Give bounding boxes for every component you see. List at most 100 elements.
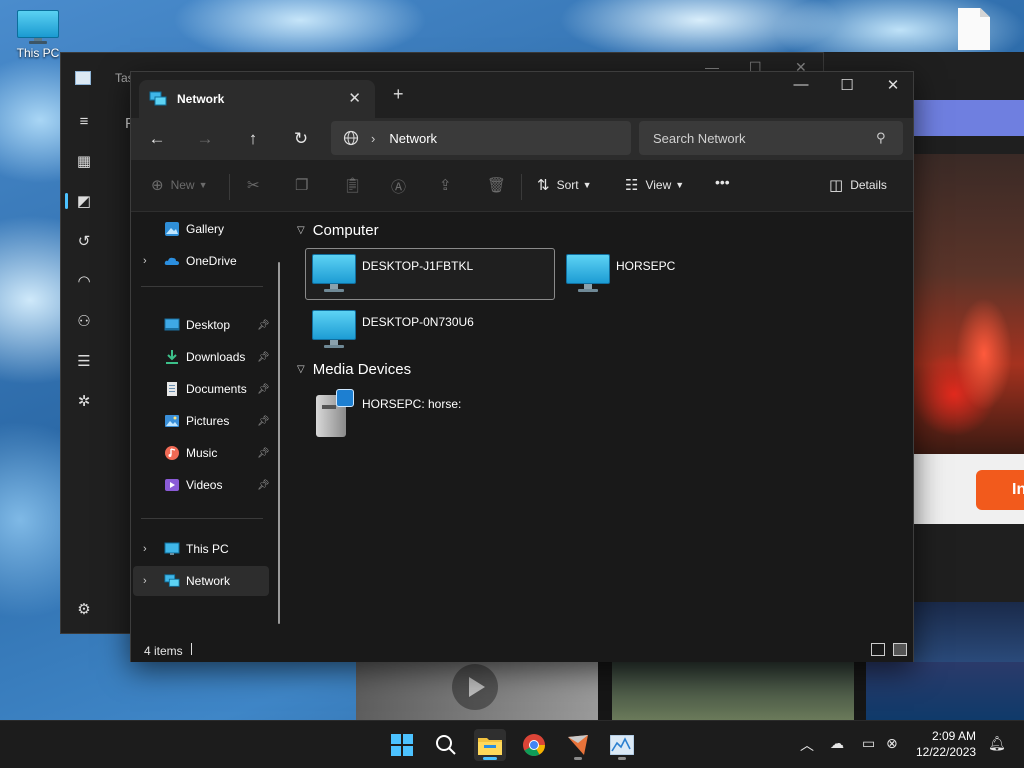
computer-name: DESKTOP-J1FBTKL xyxy=(362,259,474,273)
startup-apps-icon[interactable]: ◠ xyxy=(75,273,93,291)
media-item-horsepc[interactable]: HORSEPC: horse: xyxy=(305,388,555,440)
monitor-icon xyxy=(17,10,59,44)
forward-button[interactable]: → xyxy=(194,128,216,150)
hamburger-icon[interactable]: ≡ xyxy=(75,113,93,131)
copy-icon[interactable]: ❐ xyxy=(295,176,315,194)
thumbnail-image[interactable] xyxy=(866,662,1024,720)
tiles-view-icon[interactable] xyxy=(893,643,907,656)
pin-icon[interactable]: 📌︎ xyxy=(257,448,270,459)
thumbnail-image[interactable] xyxy=(612,662,854,720)
nav-item-pictures[interactable]: Pictures 📌︎ xyxy=(133,406,270,436)
cut-icon[interactable]: ✂ xyxy=(247,176,267,194)
details-button[interactable]: ◫ Details xyxy=(829,176,887,194)
more-options-button[interactable]: ••• xyxy=(715,174,730,190)
taskbar-file-explorer[interactable] xyxy=(474,729,506,761)
share-icon[interactable]: ⇪ xyxy=(439,176,459,194)
sort-button-label: Sort xyxy=(556,178,579,192)
expand-chevron-icon[interactable]: › xyxy=(143,575,147,587)
computer-item-horsepc[interactable]: HORSEPC xyxy=(559,248,809,300)
chevron-up-icon[interactable]: ︿ xyxy=(800,735,814,755)
taskbar-task-manager[interactable] xyxy=(606,729,638,761)
task-manager-icon xyxy=(610,735,634,755)
taskbar-chrome[interactable] xyxy=(518,729,550,761)
nav-item-desktop[interactable]: Desktop 📌︎ xyxy=(133,310,270,340)
nav-item-network[interactable]: › Network xyxy=(133,566,269,596)
file-explorer-icon xyxy=(478,738,502,755)
view-button-label: View xyxy=(645,178,672,192)
background-thumbnails xyxy=(356,662,1024,720)
address-box[interactable]: › Network xyxy=(331,121,631,155)
performance-icon[interactable]: ◩ xyxy=(75,193,93,211)
pin-icon[interactable]: 📌︎ xyxy=(257,480,270,491)
breadcrumb-chevron-icon[interactable]: › xyxy=(371,131,375,146)
paste-icon[interactable]: 📋︎ xyxy=(343,176,369,194)
computer-item-desktop-j1fbtkl[interactable]: DESKTOP-J1FBTKL xyxy=(305,248,555,300)
computer-item-desktop-0n730u6[interactable]: DESKTOP-0N730U6 xyxy=(305,304,555,356)
view-button[interactable]: ☷ View ▼ xyxy=(625,176,684,194)
delete-icon[interactable]: 🗑︎ xyxy=(487,176,513,194)
minimize-button[interactable]: — xyxy=(781,76,821,93)
file-icon xyxy=(958,8,990,50)
rename-icon[interactable]: Ⓐ xyxy=(391,176,413,197)
users-icon[interactable]: ⚇ xyxy=(75,313,93,331)
details-view-icon[interactable] xyxy=(871,643,885,656)
tab-close-icon[interactable]: ✕ xyxy=(348,89,361,107)
services-icon[interactable]: ✲ xyxy=(75,393,93,411)
clock[interactable]: 2:09 AM 12/22/2023 xyxy=(916,728,976,760)
new-button[interactable]: ⊕ New ▼ xyxy=(151,176,208,194)
refresh-button[interactable]: ↻ xyxy=(290,128,312,150)
app-history-icon[interactable]: ↺ xyxy=(75,233,93,251)
this-pc-icon xyxy=(164,542,180,555)
up-button[interactable]: ↑ xyxy=(242,128,264,150)
start-button[interactable] xyxy=(386,729,418,761)
new-tab-button[interactable]: + xyxy=(393,84,404,105)
onedrive-tray-icon[interactable]: ☁ xyxy=(830,735,844,752)
nav-item-documents[interactable]: Documents 📌︎ xyxy=(133,374,270,404)
nav-item-music[interactable]: Music 📌︎ xyxy=(133,438,270,468)
nav-item-onedrive[interactable]: › OneDrive xyxy=(133,246,269,276)
close-button[interactable]: ✕ xyxy=(873,76,913,94)
view-icon: ☷ xyxy=(625,177,639,194)
tab-bar: Network ✕ + — ☐ ✕ xyxy=(131,72,913,118)
nav-pane-scrollbar[interactable] xyxy=(278,262,280,624)
pin-icon[interactable]: 📌︎ xyxy=(257,352,270,363)
nav-item-this-pc[interactable]: › This PC xyxy=(133,534,269,564)
desktop-icon-file[interactable] xyxy=(944,8,1004,50)
sort-button[interactable]: ⇅ Sort ▼ xyxy=(537,176,592,194)
tab-network[interactable]: Network ✕ xyxy=(139,80,375,118)
nav-item-videos[interactable]: Videos 📌︎ xyxy=(133,470,270,500)
maximize-button[interactable]: ☐ xyxy=(827,76,867,94)
taskbar-search-button[interactable] xyxy=(430,729,462,761)
display-icon[interactable]: ▭ xyxy=(862,735,875,752)
computer-icon xyxy=(312,310,356,350)
group-header-media-devices[interactable]: ▽ Media Devices xyxy=(297,361,411,378)
nav-item-label: OneDrive xyxy=(186,254,237,268)
expand-chevron-icon[interactable]: › xyxy=(143,543,147,555)
pin-icon[interactable]: 📌︎ xyxy=(257,416,270,427)
status-bar: 4 items xyxy=(131,638,913,662)
downloads-icon xyxy=(166,350,178,364)
pin-icon[interactable]: 📌︎ xyxy=(257,320,270,331)
nav-item-downloads[interactable]: Downloads 📌︎ xyxy=(133,342,270,372)
expand-chevron-icon[interactable]: › xyxy=(143,255,147,267)
back-button[interactable]: ← xyxy=(146,128,168,150)
notification-bell-icon[interactable]: 🔔︎ xyxy=(988,735,1006,752)
chrome-icon xyxy=(523,734,545,756)
pin-icon[interactable]: 📌︎ xyxy=(257,384,270,395)
group-header-computer[interactable]: ▽ Computer xyxy=(297,222,379,239)
background-orange-button[interactable]: In xyxy=(976,470,1024,510)
network-volume-icon[interactable]: ⊗ xyxy=(886,735,898,752)
taskbar-app[interactable] xyxy=(562,729,594,761)
file-explorer-window[interactable]: Network ✕ + — ☐ ✕ ← → ↑ ↻ › Network ⚲ ⊕ … xyxy=(130,71,914,662)
nav-item-gallery[interactable]: Gallery xyxy=(133,214,269,244)
play-icon[interactable] xyxy=(452,664,498,710)
desktop-icon-this-pc[interactable]: This PC xyxy=(8,10,68,60)
processes-icon[interactable]: ▦ xyxy=(75,153,93,171)
details-icon[interactable]: ☰ xyxy=(75,353,93,371)
active-indicator xyxy=(65,193,68,209)
search-input[interactable] xyxy=(639,121,903,155)
breadcrumb-network[interactable]: Network xyxy=(389,131,437,146)
thumbnail-video[interactable] xyxy=(356,662,598,720)
settings-icon[interactable]: ⚙ xyxy=(75,601,93,619)
computer-icon xyxy=(566,254,610,294)
